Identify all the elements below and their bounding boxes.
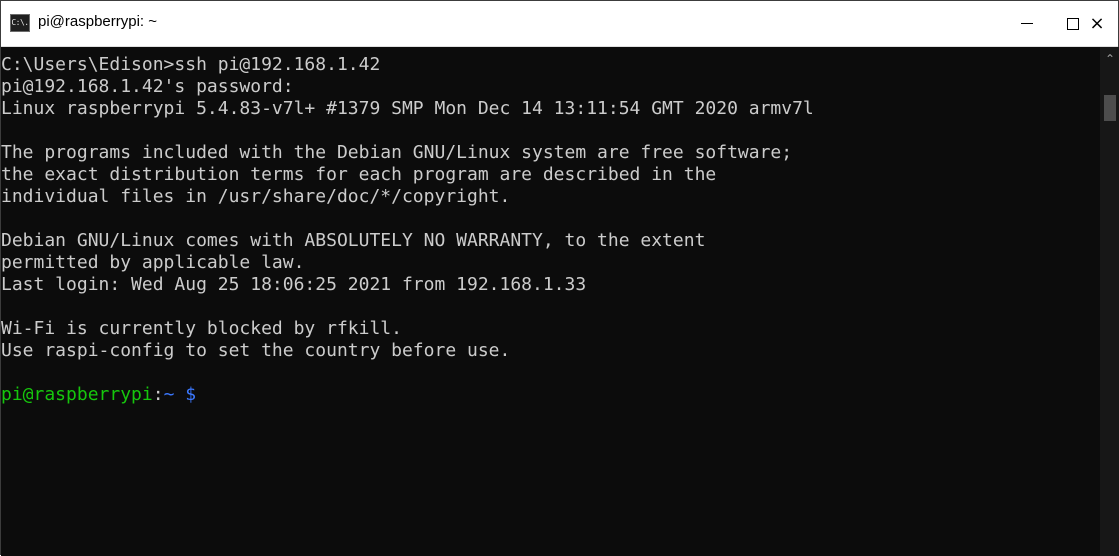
console-line: The programs included with the Debian GN… xyxy=(1,142,793,163)
title-bar[interactable]: C:\. pi@raspberrypi: ~ × xyxy=(1,1,1118,47)
window-title: pi@raspberrypi: ~ xyxy=(38,13,158,30)
console-output[interactable]: C:\Users\Edison>ssh pi@192.168.1.42 pi@1… xyxy=(1,47,1100,556)
prompt-colon: : xyxy=(152,384,164,405)
close-button[interactable]: × xyxy=(1074,1,1119,46)
console-app-icon[interactable]: C:\. xyxy=(10,14,30,32)
console-line: Use raspi-config to set the country befo… xyxy=(1,340,511,361)
console-line: individual files in /usr/share/doc/*/cop… xyxy=(1,186,511,207)
scrollbar-thumb[interactable] xyxy=(1104,95,1116,121)
console-line: Debian GNU/Linux comes with ABSOLUTELY N… xyxy=(1,230,706,251)
chevron-up-icon[interactable]: ⌃ xyxy=(1100,49,1119,69)
console-line: Linux raspberrypi 5.4.83-v7l+ #1379 SMP … xyxy=(1,98,814,119)
console-line: Last login: Wed Aug 25 18:06:25 2021 fro… xyxy=(1,274,587,295)
console-line: the exact distribution terms for each pr… xyxy=(1,164,717,185)
terminal-window: C:\. pi@raspberrypi: ~ × C:\Users\Edison… xyxy=(0,0,1119,556)
console-line: permitted by applicable law. xyxy=(1,252,305,273)
shell-prompt[interactable]: pi@raspberrypi:~ $ xyxy=(1,384,196,406)
prompt-user-host: pi@raspberrypi xyxy=(1,384,153,405)
vertical-scrollbar[interactable]: ⌃ xyxy=(1100,47,1119,556)
minimize-icon xyxy=(1021,23,1033,24)
console-line: C:\Users\Edison>ssh pi@192.168.1.42 xyxy=(1,54,381,75)
console-line: pi@192.168.1.42's password: xyxy=(1,76,294,97)
console-line: Wi-Fi is currently blocked by rfkill. xyxy=(1,318,402,339)
prompt-symbol: $ xyxy=(174,384,197,405)
minimize-button[interactable] xyxy=(1004,1,1050,46)
prompt-path: ~ xyxy=(163,384,175,405)
close-icon: × xyxy=(1089,13,1105,34)
